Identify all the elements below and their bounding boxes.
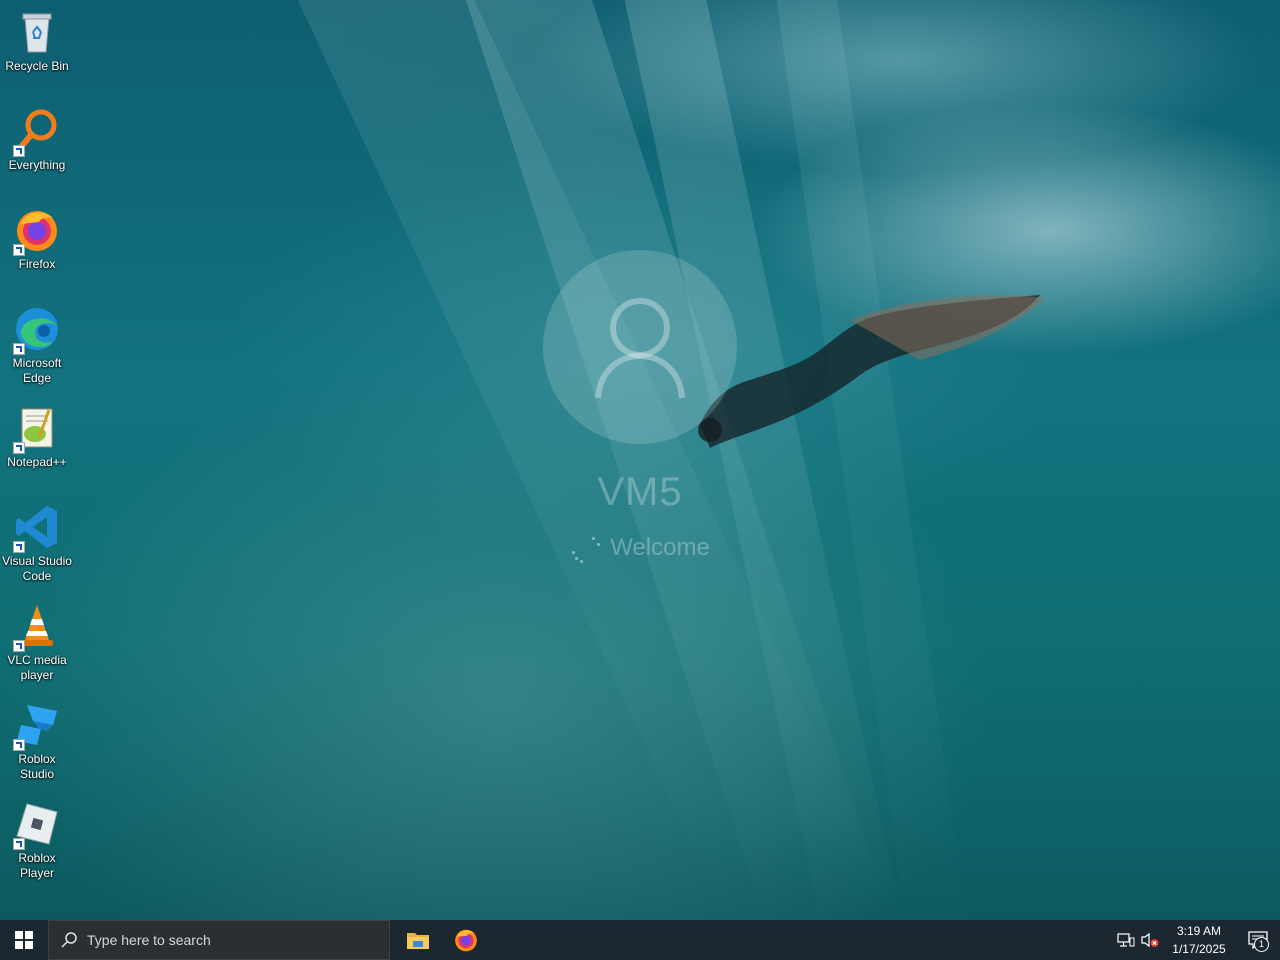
clock-time: 3:19 AM [1176, 924, 1222, 938]
notepad-plus-plus-icon [13, 404, 61, 454]
desktop-icon-label: Microsoft Edge [12, 356, 62, 385]
login-username: VM5 [597, 470, 683, 514]
desktop-icon-recycle-bin[interactable]: Recycle Bin [0, 4, 74, 98]
desktop-icon-label: Recycle Bin [5, 59, 69, 73]
vlc-icon [13, 602, 61, 652]
shortcut-arrow-icon [13, 442, 25, 454]
search-placeholder: Type here to search [87, 932, 211, 948]
vscode-icon [13, 503, 61, 553]
taskbar: Type here to search 3:19 AM 1/17/2025 1 [0, 920, 1280, 960]
windows-logo-icon [15, 931, 33, 949]
system-tray: 3:19 AM 1/17/2025 1 [1114, 920, 1280, 960]
taskbar-firefox[interactable] [442, 920, 490, 960]
desktop-icon-roblox-player[interactable]: Roblox Player [0, 796, 74, 890]
everything-search-icon [13, 107, 61, 157]
desktop-icon-label: VLC media player [7, 653, 67, 682]
start-button[interactable] [0, 920, 48, 960]
desktop-icon-label: Visual Studio Code [2, 554, 72, 583]
desktop-icon-label: Everything [8, 158, 66, 172]
desktop-icon-everything[interactable]: Everything [0, 103, 74, 197]
login-status: Welcome [610, 534, 710, 561]
firefox-icon [455, 929, 477, 952]
taskbar-clock[interactable]: 3:19 AM 1/17/2025 [1162, 922, 1236, 958]
firefox-icon [13, 206, 61, 256]
desktop-icon-label: Firefox [18, 257, 56, 271]
action-center-button[interactable]: 1 [1236, 920, 1280, 960]
clock-date: 1/17/2025 [1172, 942, 1226, 956]
shortcut-arrow-icon [13, 640, 25, 652]
file-explorer-icon [407, 933, 429, 949]
desktop-icon-vlc[interactable]: VLC media player [0, 598, 74, 692]
desktop-icon-roblox-studio[interactable]: Roblox Studio [0, 697, 74, 791]
desktop-icon-visual-studio-code[interactable]: Visual Studio Code [0, 499, 74, 593]
shortcut-arrow-icon [13, 739, 25, 751]
login-overlay: VM5 Welcome [540, 250, 740, 563]
user-icon [595, 298, 685, 399]
desktop-icon-firefox[interactable]: Firefox [0, 202, 74, 296]
taskbar-search-box[interactable]: Type here to search [48, 920, 390, 960]
loading-spinner-icon [570, 533, 601, 563]
shortcut-arrow-icon [13, 145, 25, 157]
desktop-icon-notepad-plus-plus[interactable]: Notepad++ [0, 400, 74, 494]
user-avatar [543, 250, 737, 444]
shortcut-arrow-icon [13, 838, 25, 850]
roblox-studio-icon [13, 701, 61, 751]
edge-icon [13, 305, 61, 355]
shortcut-arrow-icon [13, 343, 25, 355]
recycle-bin-icon [13, 8, 61, 56]
tray-network[interactable] [1114, 920, 1138, 960]
desktop-icon-microsoft-edge[interactable]: Microsoft Edge [0, 301, 74, 395]
shortcut-arrow-icon [13, 541, 25, 553]
taskbar-file-explorer[interactable] [394, 920, 442, 960]
desktop-icon-label: Notepad++ [7, 455, 67, 469]
roblox-player-icon [13, 800, 61, 850]
shortcut-arrow-icon [13, 244, 25, 256]
desktop-icon-label: Roblox Player [18, 851, 56, 880]
notification-count-badge: 1 [1254, 937, 1269, 952]
tray-volume[interactable] [1138, 920, 1162, 960]
desktop-icon-label: Roblox Studio [18, 752, 56, 781]
search-icon [61, 932, 77, 948]
volume-muted-icon [1141, 932, 1159, 948]
network-icon [1117, 933, 1135, 947]
welcome-row: Welcome [540, 533, 740, 563]
